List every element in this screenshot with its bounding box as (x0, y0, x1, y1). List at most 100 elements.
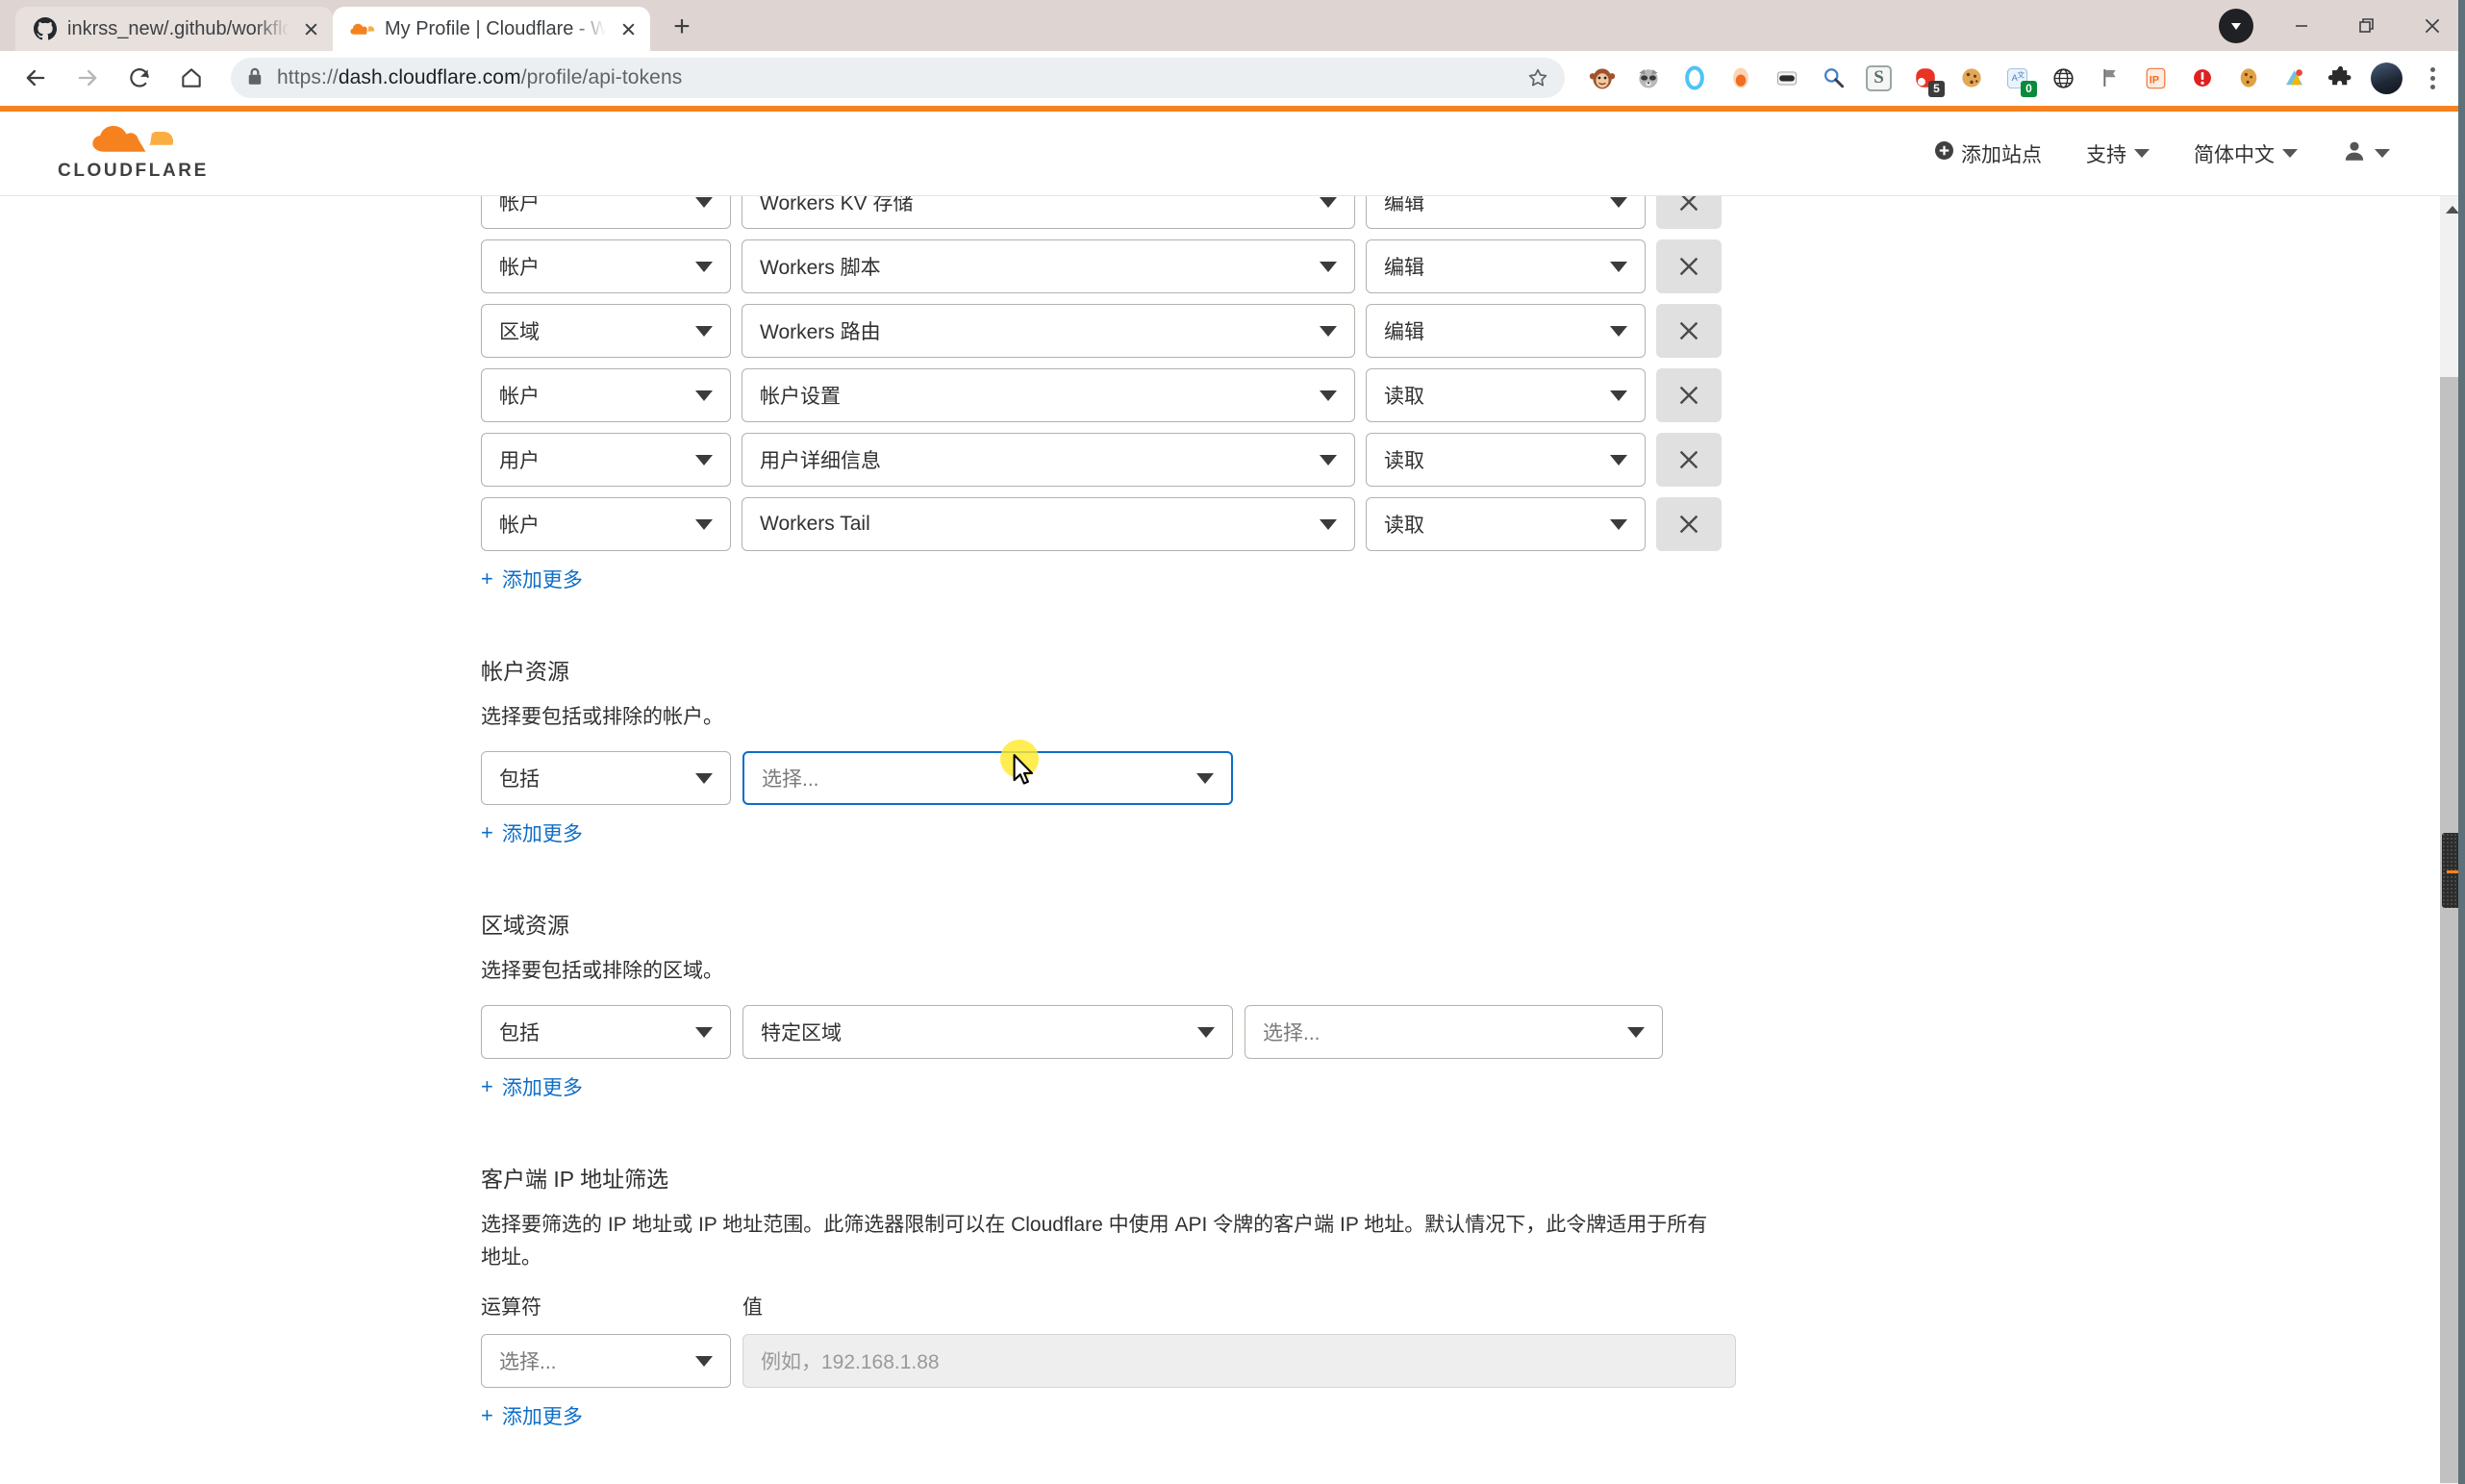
permission-remove-button[interactable] (1656, 433, 1722, 487)
browser-tab-2[interactable]: My Profile | Cloudflare - Web P (333, 7, 650, 51)
window-edge (2458, 0, 2465, 1484)
permission-remove-button[interactable] (1656, 304, 1722, 358)
support-menu[interactable]: 支持 (2086, 139, 2150, 168)
permission-level-select[interactable]: 编辑 (1366, 239, 1646, 293)
monkey-extension-icon[interactable] (1580, 57, 1623, 100)
magnifier-extension-icon[interactable] (1811, 57, 1854, 100)
account-menu[interactable] (2342, 138, 2390, 169)
permission-resource-select[interactable]: 用户详细信息 (742, 433, 1355, 487)
permission-level-select[interactable]: 读取 (1366, 497, 1646, 551)
permission-level-select[interactable]: 读取 (1366, 433, 1646, 487)
permissions-add-more-link[interactable]: + 添加更多 (481, 565, 2465, 593)
restore-icon[interactable] (2334, 0, 2400, 51)
profile-avatar-icon[interactable] (2365, 57, 2408, 100)
browser-toolbar: https://dash.cloudflare.com/profile/api-… (0, 51, 2465, 106)
permission-level-value: 编辑 (1384, 257, 1424, 279)
new-tab-button[interactable]: + (660, 5, 704, 49)
zone-type-value: 特定区域 (761, 1022, 842, 1045)
browser-tab-1[interactable]: inkrss_new/.github/workflows (15, 7, 333, 51)
chevron-down-icon (1610, 325, 1627, 337)
cloudflare-icon (350, 16, 375, 41)
language-label: 简体中文 (2194, 143, 2275, 166)
permission-remove-button[interactable] (1656, 497, 1722, 551)
add-site-button[interactable]: 添加站点 (1935, 139, 2042, 168)
permission-level-select[interactable]: 读取 (1366, 368, 1646, 422)
zone-select[interactable]: 选择... (1245, 1005, 1663, 1060)
cookie-extension-icon[interactable] (1949, 57, 1993, 100)
vpn-mask-extension-icon[interactable] (1765, 57, 1808, 100)
address-bar[interactable]: https://dash.cloudflare.com/profile/api-… (231, 58, 1565, 98)
ip-value-placeholder: 例如，192.168.1.88 (761, 1351, 940, 1374)
red-tomato-extension-icon[interactable]: 5 (1903, 57, 1947, 100)
add-site-label: 添加站点 (1961, 143, 2042, 166)
zone-resources-add-more-link[interactable]: + 添加更多 (481, 1072, 2465, 1101)
permission-remove-button[interactable] (1656, 196, 1722, 229)
minimize-icon[interactable] (2269, 0, 2334, 51)
permission-scope-select[interactable]: 区域 (481, 304, 731, 358)
permission-scope-select[interactable]: 帐户 (481, 196, 731, 229)
forward-arrow-icon[interactable] (63, 54, 112, 102)
permission-resource-value: Workers 路由 (760, 321, 881, 343)
permission-scope-select[interactable]: 帐户 (481, 497, 731, 551)
permission-remove-button[interactable] (1656, 368, 1722, 422)
account-resources-add-more-link[interactable]: + 添加更多 (481, 818, 2465, 847)
chrome-menu-icon[interactable] (2411, 56, 2453, 100)
cloudflare-header: CLOUDFLARE 添加站点 支持 简体中文 (0, 112, 2465, 196)
colorpick-extension-icon[interactable] (2273, 57, 2316, 100)
cloudflare-logo[interactable]: CLOUDFLARE (58, 125, 209, 182)
raccoon-extension-icon[interactable] (1626, 57, 1670, 100)
blue-ring-extension-icon[interactable] (1673, 57, 1716, 100)
close-icon[interactable] (2400, 0, 2465, 51)
person-icon (2342, 138, 2367, 169)
page-scroll-area[interactable]: 帐户 Workers KV 存储 编辑 帐户 Workers 脚本 编辑 区域 … (0, 196, 2465, 1484)
permission-remove-button[interactable] (1656, 239, 1722, 293)
chevron-down-icon (695, 454, 713, 465)
permission-scope-select[interactable]: 用户 (481, 433, 731, 487)
ip-operator-label: 运算符 (481, 1296, 541, 1320)
permission-level-select[interactable]: 编辑 (1366, 304, 1646, 358)
stylus-s-extension-icon[interactable]: S (1857, 57, 1900, 100)
language-menu[interactable]: 简体中文 (2194, 139, 2298, 168)
home-icon[interactable] (167, 54, 215, 102)
account-select[interactable]: 选择... (742, 751, 1233, 806)
back-arrow-icon[interactable] (12, 54, 60, 102)
browser-tab-2-close-icon[interactable] (616, 16, 641, 41)
ip-operator-select[interactable]: 选择... (481, 1334, 731, 1389)
puzzle-extension-icon[interactable] (2319, 57, 2362, 100)
account-select-placeholder: 选择... (762, 768, 819, 792)
orange-blob-extension-icon[interactable] (1719, 57, 1762, 100)
ip-filtering-add-more-link[interactable]: + 添加更多 (481, 1401, 2465, 1430)
chevron-down-icon (1196, 772, 1214, 784)
permission-resource-select[interactable]: 帐户设置 (742, 368, 1355, 422)
translate-extension-icon[interactable]: A文 0 (1996, 57, 2039, 100)
zone-include-select[interactable]: 包括 (481, 1005, 731, 1060)
permission-resource-select[interactable]: Workers 路由 (742, 304, 1355, 358)
globe-extension-icon[interactable] (2042, 57, 2085, 100)
permission-resource-select[interactable]: Workers KV 存储 (742, 196, 1355, 229)
flag-extension-icon[interactable] (2088, 57, 2131, 100)
scroll-up-arrow-icon[interactable] (2446, 206, 2459, 214)
reload-icon[interactable] (115, 54, 163, 102)
star-icon[interactable] (1526, 66, 1549, 89)
cookie2-extension-icon[interactable] (2226, 57, 2270, 100)
zone-type-select[interactable]: 特定区域 (742, 1005, 1233, 1060)
permission-scope-select[interactable]: 帐户 (481, 239, 731, 293)
permission-resource-select[interactable]: Workers 脚本 (742, 239, 1355, 293)
alert-extension-icon[interactable] (2180, 57, 2224, 100)
browser-tab-1-close-icon[interactable] (298, 16, 323, 41)
permission-resource-value: Workers KV 存储 (760, 196, 914, 214)
red-tomato-extension-badge: 5 (1928, 80, 1945, 97)
permission-level-select[interactable]: 编辑 (1366, 196, 1646, 229)
chevron-down-icon (1627, 1026, 1645, 1038)
permission-scope-select[interactable]: 帐户 (481, 368, 731, 422)
account-include-select[interactable]: 包括 (481, 751, 731, 806)
ip-value-input[interactable]: 例如，192.168.1.88 (742, 1334, 1736, 1389)
chevron-down-icon (2134, 149, 2150, 158)
permission-level-value: 编辑 (1384, 321, 1424, 343)
download-indicator-icon[interactable] (2203, 0, 2269, 51)
chevron-down-icon (1320, 454, 1337, 465)
permission-level-value: 读取 (1384, 386, 1424, 408)
permission-resource-select[interactable]: Workers Tail (742, 497, 1355, 551)
ip-extension-icon[interactable]: IP (2134, 57, 2177, 100)
permissions-add-more-label: 添加更多 (501, 569, 583, 591)
